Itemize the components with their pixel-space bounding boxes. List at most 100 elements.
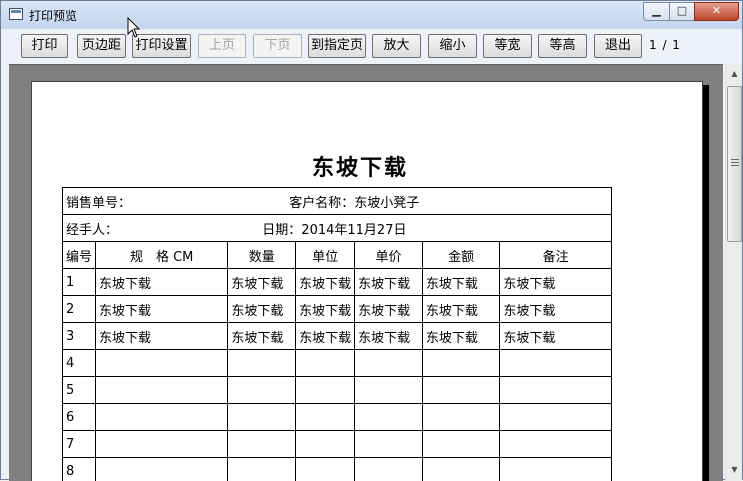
toolbar: 打印 页边距 打印设置 上页 下页 到指定页 放大 缩小 等宽 等高 退出 1 …	[9, 31, 734, 61]
table-cell	[500, 431, 612, 458]
app-icon	[9, 8, 23, 20]
handler-label: 经手人：	[66, 223, 118, 238]
table-cell	[500, 350, 612, 377]
document-title: 东坡下载	[10, 150, 710, 182]
table-cell: 东坡下载	[500, 296, 612, 323]
table-cell	[422, 377, 500, 404]
table-cell	[228, 431, 296, 458]
table-cell	[228, 404, 296, 431]
table-cell	[422, 404, 500, 431]
row-number-cell: 8	[63, 458, 96, 481]
table-cell	[500, 404, 612, 431]
mouse-cursor-icon	[127, 17, 141, 39]
paper-page: 东坡下载 销售单号： 客户名称：东坡小凳子 经手人：	[31, 81, 703, 481]
row-number-cell: 6	[63, 404, 96, 431]
table-row: 5	[63, 377, 612, 404]
table-cell: 东坡下载	[296, 269, 355, 296]
table-cell	[355, 350, 423, 377]
customer-label: 客户名称：东坡小凳子	[289, 196, 419, 211]
table-row: 4	[63, 350, 612, 377]
row-number-cell: 3	[63, 323, 96, 350]
table-cell	[422, 458, 500, 481]
preview-viewport[interactable]: 东坡下载 销售单号： 客户名称：东坡小凳子 经手人：	[9, 64, 723, 481]
table-row: 8	[63, 458, 612, 481]
table-row: 7	[63, 431, 612, 458]
table-cell: 东坡下载	[96, 296, 228, 323]
table-cell	[96, 350, 228, 377]
date-label: 日期：2014年11月27日	[262, 223, 406, 238]
table-cell: 东坡下载	[228, 269, 296, 296]
page-indicator: 1 / 1	[649, 38, 681, 52]
table-row: 2东坡下载东坡下载东坡下载东坡下载东坡下载东坡下载	[63, 296, 612, 323]
table-row: 3东坡下载东坡下载东坡下载东坡下载东坡下载东坡下载	[63, 323, 612, 350]
table-cell: 东坡下载	[500, 323, 612, 350]
table-row: 1东坡下载东坡下载东坡下载东坡下载东坡下载东坡下载	[63, 269, 612, 296]
table-cell	[228, 350, 296, 377]
table-cell	[500, 458, 612, 481]
scroll-thumb[interactable]	[727, 86, 742, 242]
table-cell: 东坡下载	[355, 323, 423, 350]
scroll-up-icon[interactable]: ▲	[727, 66, 742, 82]
table-cell: 东坡下载	[422, 323, 500, 350]
maximize-button[interactable]: □	[669, 2, 695, 21]
print-button[interactable]: 打印	[21, 34, 68, 58]
vertical-scrollbar[interactable]: ▲ ▼	[725, 64, 742, 481]
table-cell	[96, 377, 228, 404]
table-cell	[96, 404, 228, 431]
table-cell: 东坡下载	[355, 296, 423, 323]
row-number-cell: 7	[63, 431, 96, 458]
zoom-in-button[interactable]: 放大	[372, 34, 421, 58]
zoom-out-button[interactable]: 缩小	[428, 34, 477, 58]
table-cell	[296, 431, 355, 458]
fit-width-button[interactable]: 等宽	[483, 34, 532, 58]
col-header: 单价	[355, 242, 423, 269]
col-header: 单位	[296, 242, 355, 269]
table-cell: 东坡下载	[500, 269, 612, 296]
col-header: 编号	[63, 242, 96, 269]
table-cell	[296, 404, 355, 431]
row-number-cell: 2	[63, 296, 96, 323]
table-cell: 东坡下载	[96, 269, 228, 296]
paper-shadow	[703, 85, 709, 481]
table-cell	[96, 458, 228, 481]
info-row-1: 销售单号： 客户名称：东坡小凳子	[63, 188, 612, 215]
table-row: 6	[63, 404, 612, 431]
table-cell: 东坡下载	[355, 269, 423, 296]
info-row-2: 经手人： 日期：2014年11月27日	[63, 215, 612, 242]
margins-button[interactable]: 页边距	[77, 34, 126, 58]
table-cell	[296, 458, 355, 481]
close-button[interactable]: ✕	[694, 2, 739, 21]
table-cell	[500, 377, 612, 404]
table-cell	[96, 431, 228, 458]
minimize-button[interactable]: ▁	[643, 2, 670, 21]
table-cell: 东坡下载	[422, 296, 500, 323]
next-page-button[interactable]: 下页	[253, 34, 302, 58]
prev-page-button[interactable]: 上页	[198, 34, 246, 58]
goto-page-button[interactable]: 到指定页	[308, 34, 366, 58]
table-cell	[228, 458, 296, 481]
exit-button[interactable]: 退出	[594, 34, 642, 58]
table-cell: 东坡下载	[96, 323, 228, 350]
table-cell: 东坡下载	[228, 323, 296, 350]
title-bar[interactable]: 打印预览 ▁ □ ✕	[1, 1, 742, 29]
row-number-cell: 4	[63, 350, 96, 377]
table-cell: 东坡下载	[296, 296, 355, 323]
scroll-down-icon[interactable]: ▼	[727, 462, 742, 478]
col-header: 规 格 CM	[96, 242, 228, 269]
table-cell	[355, 404, 423, 431]
table-cell: 东坡下载	[422, 269, 500, 296]
sales-no-label: 销售单号：	[66, 196, 131, 211]
window-title: 打印预览	[29, 7, 77, 24]
table-cell	[422, 350, 500, 377]
table-cell: 东坡下载	[228, 296, 296, 323]
col-header: 金额	[422, 242, 500, 269]
grip-icon	[731, 159, 739, 166]
table-cell	[296, 350, 355, 377]
row-number-cell: 1	[63, 269, 96, 296]
sales-table: 销售单号： 客户名称：东坡小凳子 经手人： 日期：2014年11月27日 编号 …	[62, 187, 612, 481]
table-header: 编号 规 格 CM 数量 单位 单价 金额 备注	[63, 242, 612, 269]
table-cell	[422, 431, 500, 458]
table-cell	[296, 377, 355, 404]
col-header: 备注	[500, 242, 612, 269]
fit-height-button[interactable]: 等高	[538, 34, 587, 58]
